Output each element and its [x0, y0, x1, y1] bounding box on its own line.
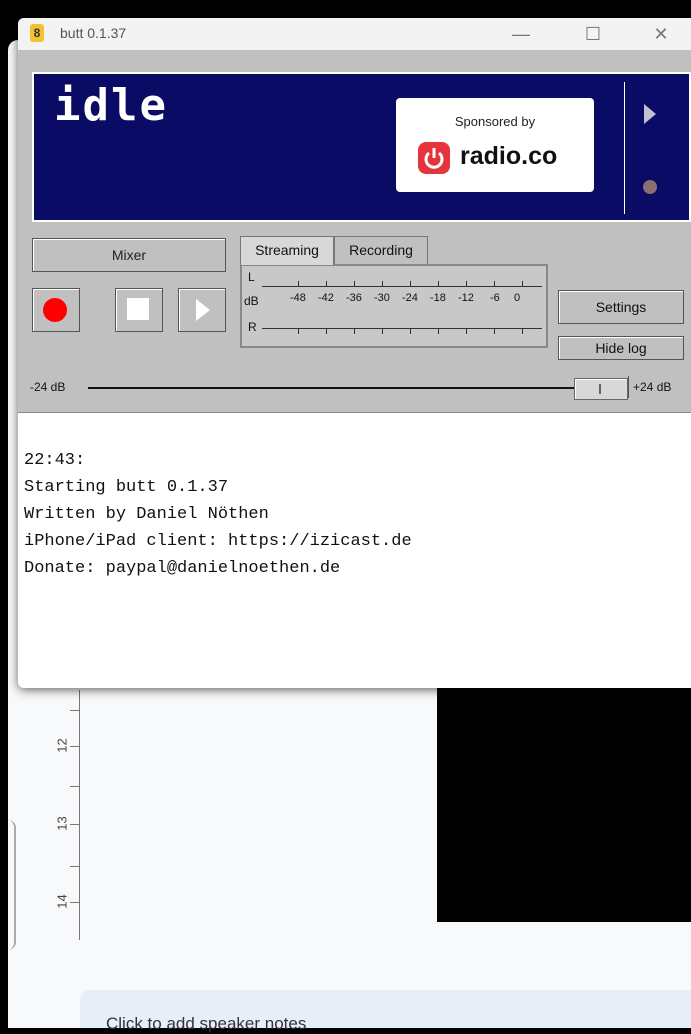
record-button[interactable] — [32, 288, 80, 332]
vu-tick — [466, 281, 467, 286]
vu-tick — [298, 281, 299, 286]
vu-scale-label: -18 — [430, 292, 446, 304]
vu-tick — [410, 281, 411, 286]
ruler-tick — [70, 824, 80, 825]
speaker-notes-box[interactable]: Click to add speaker notes — [80, 990, 691, 1033]
stop-button[interactable] — [115, 288, 163, 332]
vu-scale-label: -30 — [374, 292, 390, 304]
vu-tick — [382, 329, 383, 334]
panel-edge-lower — [0, 820, 16, 950]
tab-recording[interactable]: Recording — [334, 236, 428, 265]
stop-icon — [127, 298, 149, 320]
hide-log-button[interactable]: Hide log — [558, 336, 684, 360]
vu-scale-label: -36 — [346, 292, 362, 304]
gain-slider-track[interactable] — [88, 387, 628, 389]
ruler-tick — [70, 746, 80, 747]
log-line: iPhone/iPad client: https://izicast.de — [24, 532, 412, 551]
panel-edge — [0, 300, 14, 460]
gain-handle-grip — [599, 384, 601, 394]
speaker-notes-placeholder: Click to add speaker notes — [106, 1014, 307, 1033]
vu-scale-label: -6 — [490, 292, 500, 304]
ruler-tick — [70, 786, 80, 787]
vu-tick — [466, 329, 467, 334]
ruler-tick — [70, 902, 80, 903]
vu-right-label: R — [248, 320, 257, 334]
gain-min-label: -24 dB — [30, 380, 66, 394]
vu-tick — [326, 329, 327, 334]
ruler-number-12: 12 — [54, 738, 70, 753]
log-line: Written by Daniel Nöthen — [24, 505, 269, 524]
sponsor-name: radio.co — [460, 142, 558, 170]
mixer-button[interactable]: Mixer — [32, 238, 226, 272]
gain-separator — [628, 376, 629, 398]
record-indicator-icon — [643, 180, 657, 194]
speaker-app-icon: 8 — [30, 24, 44, 42]
vu-tick — [494, 329, 495, 334]
close-button[interactable]: ✕ — [646, 22, 676, 46]
vu-left-scale-line — [262, 286, 542, 287]
play-button[interactable] — [178, 288, 226, 332]
title-bar[interactable]: 8 butt 0.1.37 — ☐ ✕ — [18, 18, 691, 50]
tab-streaming[interactable]: Streaming — [240, 236, 334, 265]
status-display: idle Sponsored by radio.co — [32, 72, 691, 222]
vu-meter: L dB R -48 -42 -36 -30 -24 -18 -12 -6 0 — [240, 264, 548, 348]
ruler-number-13: 13 — [54, 816, 70, 831]
radio-co-logo-icon — [418, 142, 450, 174]
vu-tick — [326, 281, 327, 286]
vu-scale-label: 0 — [514, 292, 521, 304]
ruler-tick — [70, 866, 80, 867]
status-text: idle — [54, 80, 168, 131]
play-arrow-icon[interactable] — [644, 104, 656, 124]
minimize-button[interactable]: — — [506, 22, 536, 46]
vu-scale-label: -42 — [318, 292, 334, 304]
settings-button[interactable]: Settings — [558, 290, 684, 324]
window-title: butt 0.1.37 — [60, 25, 127, 41]
vu-tick — [438, 329, 439, 334]
vu-tick — [298, 329, 299, 334]
play-icon — [196, 299, 210, 321]
ruler-tick — [70, 710, 80, 711]
vu-scale-label: -48 — [290, 292, 306, 304]
vu-tick — [354, 329, 355, 334]
log-panel[interactable]: 22:43: Starting butt 0.1.37 Written by D… — [18, 412, 691, 688]
vu-tick — [522, 329, 523, 334]
vu-tick — [438, 281, 439, 286]
slide-canvas[interactable] — [437, 685, 691, 922]
sponsor-banner[interactable]: Sponsored by radio.co — [396, 98, 594, 192]
vu-db-label: dB — [244, 294, 259, 308]
display-divider — [624, 82, 625, 214]
vertical-ruler: 12 13 14 — [20, 690, 80, 940]
vu-scale-label: -12 — [458, 292, 474, 304]
vu-tick — [410, 329, 411, 334]
vu-tick — [522, 281, 523, 286]
gain-max-label: +24 dB — [633, 380, 672, 394]
ruler-number-14: 14 — [54, 894, 70, 909]
window-client-area: idle Sponsored by radio.co Mixer Streami… — [18, 50, 691, 688]
log-line: Donate: paypal@danielnoethen.de — [24, 559, 341, 578]
vu-tick — [382, 281, 383, 286]
vu-scale-label: -24 — [402, 292, 418, 304]
butt-window: 8 butt 0.1.37 — ☐ ✕ idle Sponsored by ra… — [18, 18, 691, 688]
vu-left-label: L — [248, 270, 255, 284]
record-icon — [43, 298, 67, 322]
sponsor-label: Sponsored by — [454, 114, 536, 129]
gain-slider-handle[interactable] — [574, 378, 628, 400]
maximize-button[interactable]: ☐ — [578, 22, 608, 46]
vu-tick — [354, 281, 355, 286]
log-line: 22:43: — [24, 451, 86, 470]
vu-right-scale-line — [262, 328, 542, 329]
log-line: Starting butt 0.1.37 — [24, 478, 229, 497]
vu-tick — [494, 281, 495, 286]
